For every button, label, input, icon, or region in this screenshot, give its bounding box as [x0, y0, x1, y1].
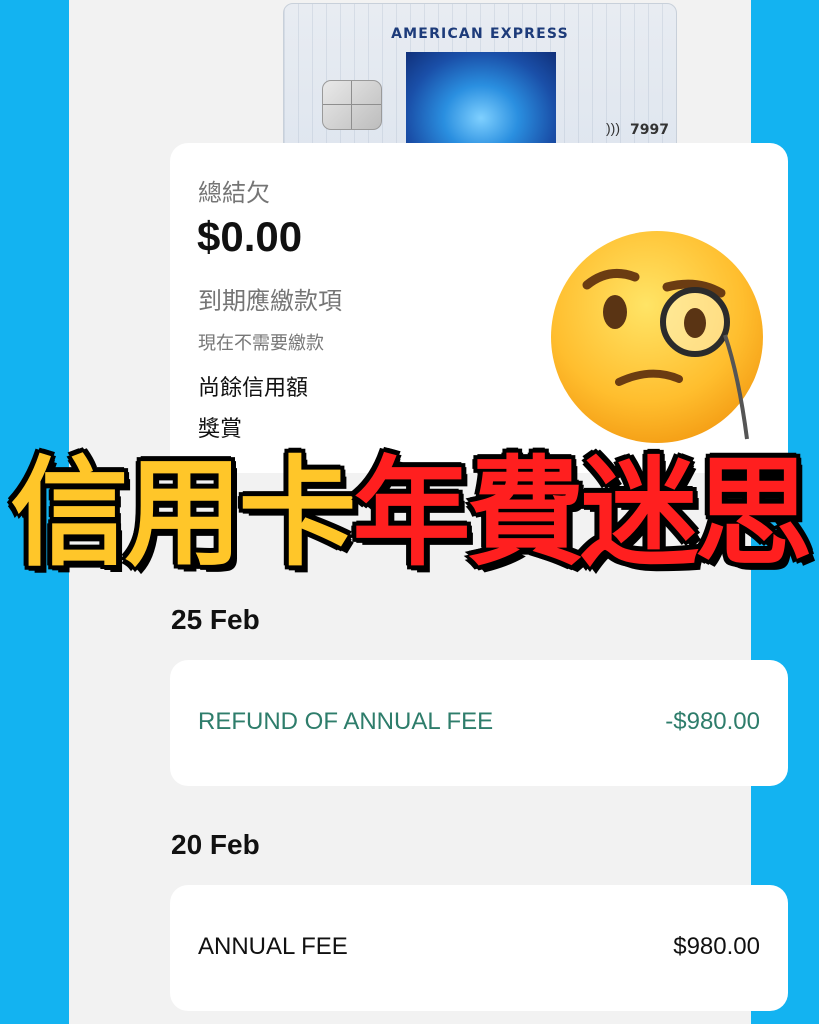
transaction-description: REFUND OF ANNUAL FEE	[198, 708, 494, 735]
payment-due-status: 現在不需要繳款	[198, 333, 324, 353]
transaction-row[interactable]: ANNUAL FEE $980.00	[170, 885, 788, 1011]
total-balance-value: $0.00	[197, 213, 303, 260]
monocle-face-icon	[551, 231, 763, 443]
payment-due-label: 到期應繳款項	[198, 288, 342, 315]
transaction-date: 20 Feb	[171, 829, 260, 860]
card-brand: AMERICAN EXPRESS	[391, 26, 569, 42]
available-credit-item[interactable]: 尚餘信用額	[198, 370, 308, 402]
transaction-amount: -$980.00	[665, 708, 760, 735]
card-chip-icon	[322, 80, 382, 130]
transaction-amount: $980.00	[673, 933, 760, 960]
contactless-icon: )))	[606, 120, 620, 136]
transaction-row[interactable]: REFUND OF ANNUAL FEE -$980.00	[170, 660, 788, 786]
transaction-date: 25 Feb	[171, 604, 260, 635]
headline-banner: 信用卡 年費迷思	[0, 448, 819, 578]
card-last-digits: 7997	[630, 122, 669, 138]
transaction-description: ANNUAL FEE	[198, 933, 348, 960]
credit-card-image[interactable]: AMERICAN EXPRESS ))) 7997	[283, 3, 677, 155]
headline-part2: 年費迷思	[352, 444, 813, 582]
headline-part1: 信用卡	[10, 444, 356, 582]
total-balance-label: 總結欠	[198, 180, 270, 207]
card-artwork	[406, 52, 556, 154]
rewards-item[interactable]: 獎賞	[198, 411, 242, 443]
